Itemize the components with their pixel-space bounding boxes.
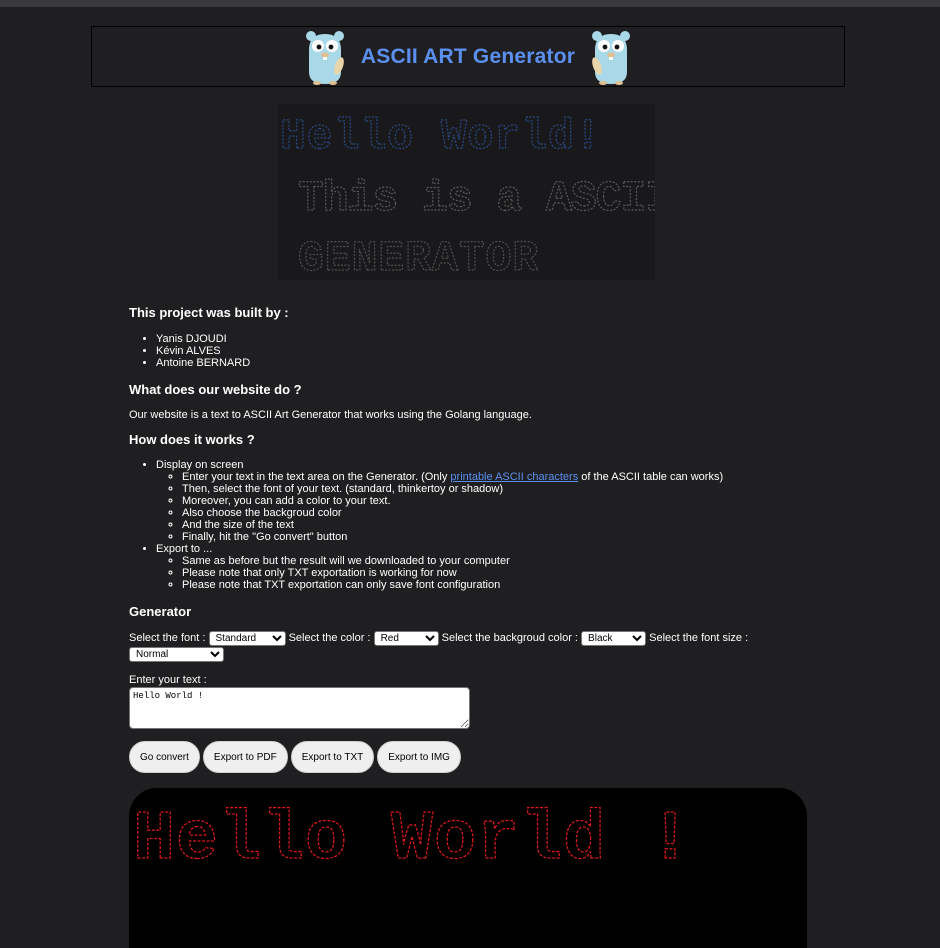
gopher-mascot-icon xyxy=(592,30,631,85)
font-size-label: Select the font size : xyxy=(649,632,749,644)
color-select[interactable]: Red xyxy=(373,630,439,646)
about-text: Our website is a text to ASCII Art Gener… xyxy=(129,409,532,421)
banner-line: GENERATOR xyxy=(298,234,539,280)
list-item: Moreover, you can add a color to your te… xyxy=(182,495,809,507)
step-text: Enter your text in the text area on the … xyxy=(182,471,451,483)
font-label: Select the font : xyxy=(129,632,206,644)
banner-line: Hello World! xyxy=(280,112,602,161)
color-label: Select the color : xyxy=(288,632,371,644)
list-item: Same as before but the result will we do… xyxy=(182,555,809,567)
font-size-select[interactable]: Normal xyxy=(129,646,224,662)
list-item: Yanis DJOUDI xyxy=(156,333,809,345)
main-content: This project was built by : Yanis DJOUDI… xyxy=(129,300,809,773)
bg-color-label: Select the backgroud color : xyxy=(441,632,578,644)
howto-heading: How does it works ? xyxy=(129,432,255,447)
list-item: Display on screen Enter your text in the… xyxy=(156,459,809,543)
display-label: Display on screen xyxy=(156,459,244,471)
export-steps: Same as before but the result will we do… xyxy=(156,555,809,591)
about-heading: What does our website do ? xyxy=(129,382,302,397)
list-item: Kévin ALVES xyxy=(156,345,809,357)
list-item: Please note that TXT exportation can onl… xyxy=(182,579,809,591)
export-txt-button[interactable]: Export to TXT xyxy=(290,741,375,773)
font-select[interactable]: Standard xyxy=(208,630,286,646)
list-item: Then, select the font of your text. (sta… xyxy=(182,483,809,495)
list-item: Finally, hit the "Go convert" button xyxy=(182,531,809,543)
step-text: of the ASCII table can works) xyxy=(578,471,724,483)
list-item: Also choose the backgroud color xyxy=(182,507,809,519)
list-item: Antoine BERNARD xyxy=(156,357,809,369)
gopher-mascot-icon xyxy=(305,30,344,85)
list-item: Export to ... Same as before but the res… xyxy=(156,543,809,591)
howto-list: Display on screen Enter your text in the… xyxy=(129,459,809,591)
text-input[interactable]: Hello World ! xyxy=(129,687,470,729)
list-item: Enter your text in the text area on the … xyxy=(182,471,809,483)
authors-list: Yanis DJOUDI Kévin ALVES Antoine BERNARD xyxy=(129,333,809,369)
text-label: Enter your text : xyxy=(129,674,207,686)
list-item: And the size of the text xyxy=(182,519,809,531)
generator-controls: Select the font : Standard Select the co… xyxy=(129,630,769,662)
browser-top-strip xyxy=(0,0,940,7)
list-item: Please note that only TXT exportation is… xyxy=(182,567,809,579)
ascii-banner-image: Hello World! This is a ASCII GENERATOR xyxy=(278,104,655,280)
export-pdf-button[interactable]: Export to PDF xyxy=(202,741,288,773)
site-title: ASCII ART Generator xyxy=(360,44,576,68)
banner-line: This is a ASCII xyxy=(298,174,655,223)
printable-ascii-link[interactable]: printable ASCII characters xyxy=(450,471,578,483)
bg-color-select[interactable]: Black xyxy=(581,630,647,646)
action-buttons: Go convert Export to PDF Export to TXT E… xyxy=(129,741,809,773)
export-img-button[interactable]: Export to IMG xyxy=(377,741,461,773)
generator-heading: Generator xyxy=(129,604,192,619)
go-convert-button[interactable]: Go convert xyxy=(129,741,200,773)
display-steps: Enter your text in the text area on the … xyxy=(156,471,809,543)
export-label: Export to ... xyxy=(156,543,213,555)
ascii-output-text: Hello World ! xyxy=(133,801,692,880)
credits-heading: This project was built by : xyxy=(129,305,289,320)
site-header: ASCII ART Generator xyxy=(91,26,845,87)
ascii-output-panel: Hello World ! xyxy=(129,788,807,948)
